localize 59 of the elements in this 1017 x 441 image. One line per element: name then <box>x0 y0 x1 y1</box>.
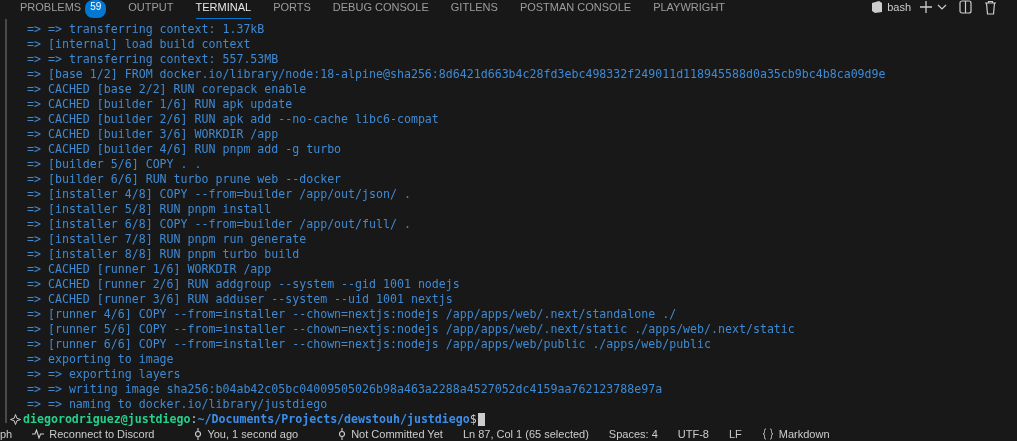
status-item[interactable]: Spaces: 4 <box>608 428 658 441</box>
terminal-line: => exporting to image <box>27 352 175 368</box>
status-item[interactable]: Ln 87, Col 1 (65 selected) <box>462 428 589 441</box>
terminal-line: => [internal] load build context <box>27 37 252 53</box>
chevron-down-icon[interactable] <box>937 4 947 10</box>
prompt-symbol: $ <box>469 412 477 428</box>
panel-tab[interactable]: POSTMAN CONSOLE <box>519 0 632 19</box>
terminal-line: => [builder 6/6] RUN turbo prune web --docker <box>27 172 343 188</box>
panel-tab[interactable]: PORTS <box>273 0 311 19</box>
terminal-line: => [runner 5/6] COPY --from=installer --chown=nextjs:nodejs /app/apps/web/.next/static ./apps/web/.next/static <box>27 322 796 338</box>
status-item[interactable]: LF <box>728 428 742 441</box>
terminal-line: => [installer 7/8] RUN pnpm run generate <box>27 232 308 248</box>
terminal-line: => [installer 6/8] COPY --from=builder /app/out/full/ . <box>27 217 412 233</box>
pulse-icon <box>32 429 45 440</box>
terminal-line: => CACHED [builder 2/6] RUN apk add --no-cache libc6-compat <box>27 112 440 128</box>
terminal-line: => => exporting layers <box>27 367 182 383</box>
terminal-line: => [installer 5/8] RUN pnpm install <box>27 202 273 218</box>
commit-icon <box>338 428 347 441</box>
terminal-line: => [builder 5/6] COPY . . <box>27 157 203 173</box>
commit-icon <box>194 428 203 441</box>
terminal-line: => CACHED [builder 4/6] RUN pnpm add -g turbo <box>27 142 343 158</box>
terminal-line: => [installer 8/8] RUN pnpm turbo build <box>27 247 301 263</box>
prompt-path: ~/Documents/Projects/dewstouh/justdiego <box>197 412 470 428</box>
terminal-line: => CACHED [builder 3/6] WORKDIR /app <box>27 127 280 143</box>
sparkle-icon <box>10 414 21 426</box>
status-item[interactable]: Not Committed Yet <box>338 428 443 441</box>
panel-tab[interactable]: TERMINAL <box>195 0 252 19</box>
panel-tab[interactable]: DEBUG CONSOLE <box>332 0 429 19</box>
braces-icon <box>761 428 774 441</box>
status-item[interactable]: ph <box>0 428 13 441</box>
panel-tab[interactable]: GITLENS <box>450 0 498 19</box>
terminal-line: => CACHED [runner 1/6] WORKDIR /app <box>27 262 273 278</box>
terminal-line: => CACHED [runner 2/6] RUN addgroup --system --gid 1001 nodejs <box>27 277 461 293</box>
status-item[interactable]: Markdown <box>761 428 830 441</box>
prompt-user: diegorodriguez@justdiego <box>23 412 191 428</box>
terminal-line: => => transferring context: 1.37kB <box>27 22 266 38</box>
terminal-line: => => writing image sha256:b04ab42c05bc04009505026b98a463a2288a4527052dc4159aa762123788e97a <box>27 382 664 398</box>
count-badge: 59 <box>85 0 107 18</box>
terminal-line: => => transferring context: 557.53MB <box>27 52 280 68</box>
terminal-line: => [installer 4/8] COPY --from=builder /app/out/json/ . <box>27 187 412 203</box>
text-cursor <box>477 413 485 427</box>
panel-tab[interactable]: OUTPUT <box>128 0 174 19</box>
panel-tab[interactable]: PLAYWRIGHT <box>653 0 726 19</box>
status-item[interactable]: You, 1 second ago <box>194 428 299 441</box>
plus-icon[interactable] <box>919 0 933 14</box>
terminal-line: => CACHED [base 2/2] RUN corepack enable <box>27 82 308 98</box>
panel-tab[interactable]: PROBLEMS 59 <box>20 0 107 19</box>
terminal-line: => [runner 6/6] COPY --from=installer --chown=nextjs:nodejs /app/apps/web/public ./apps/web/public <box>27 337 713 353</box>
terminal-line: => => naming to docker.io/library/justdiego <box>27 397 329 413</box>
trash-icon[interactable] <box>984 0 997 15</box>
split-icon[interactable] <box>959 0 972 14</box>
terminal-line: => CACHED [runner 3/6] RUN adduser --system --uid 1001 nextjs <box>27 292 454 308</box>
terminal-profile[interactable]: bash <box>887 1 911 13</box>
prompt-separator: : <box>190 412 198 428</box>
terminal-line: => [runner 4/6] COPY --from=installer --chown=nextjs:nodejs /app/apps/web/.next/standalone ./ <box>27 307 678 323</box>
status-item[interactable]: Reconnect to Discord <box>32 428 155 441</box>
terminal-line: => CACHED [builder 1/6] RUN apk update <box>27 97 294 113</box>
terminal-line: => [base 1/2] FROM docker.io/library/node:18-alpine@sha256:8d6421d663b4c28fd3ebc498332f249011d118945588d0a35cb9bc4b8ca09d9e <box>27 67 886 83</box>
status-item[interactable]: UTF-8 <box>677 428 709 441</box>
